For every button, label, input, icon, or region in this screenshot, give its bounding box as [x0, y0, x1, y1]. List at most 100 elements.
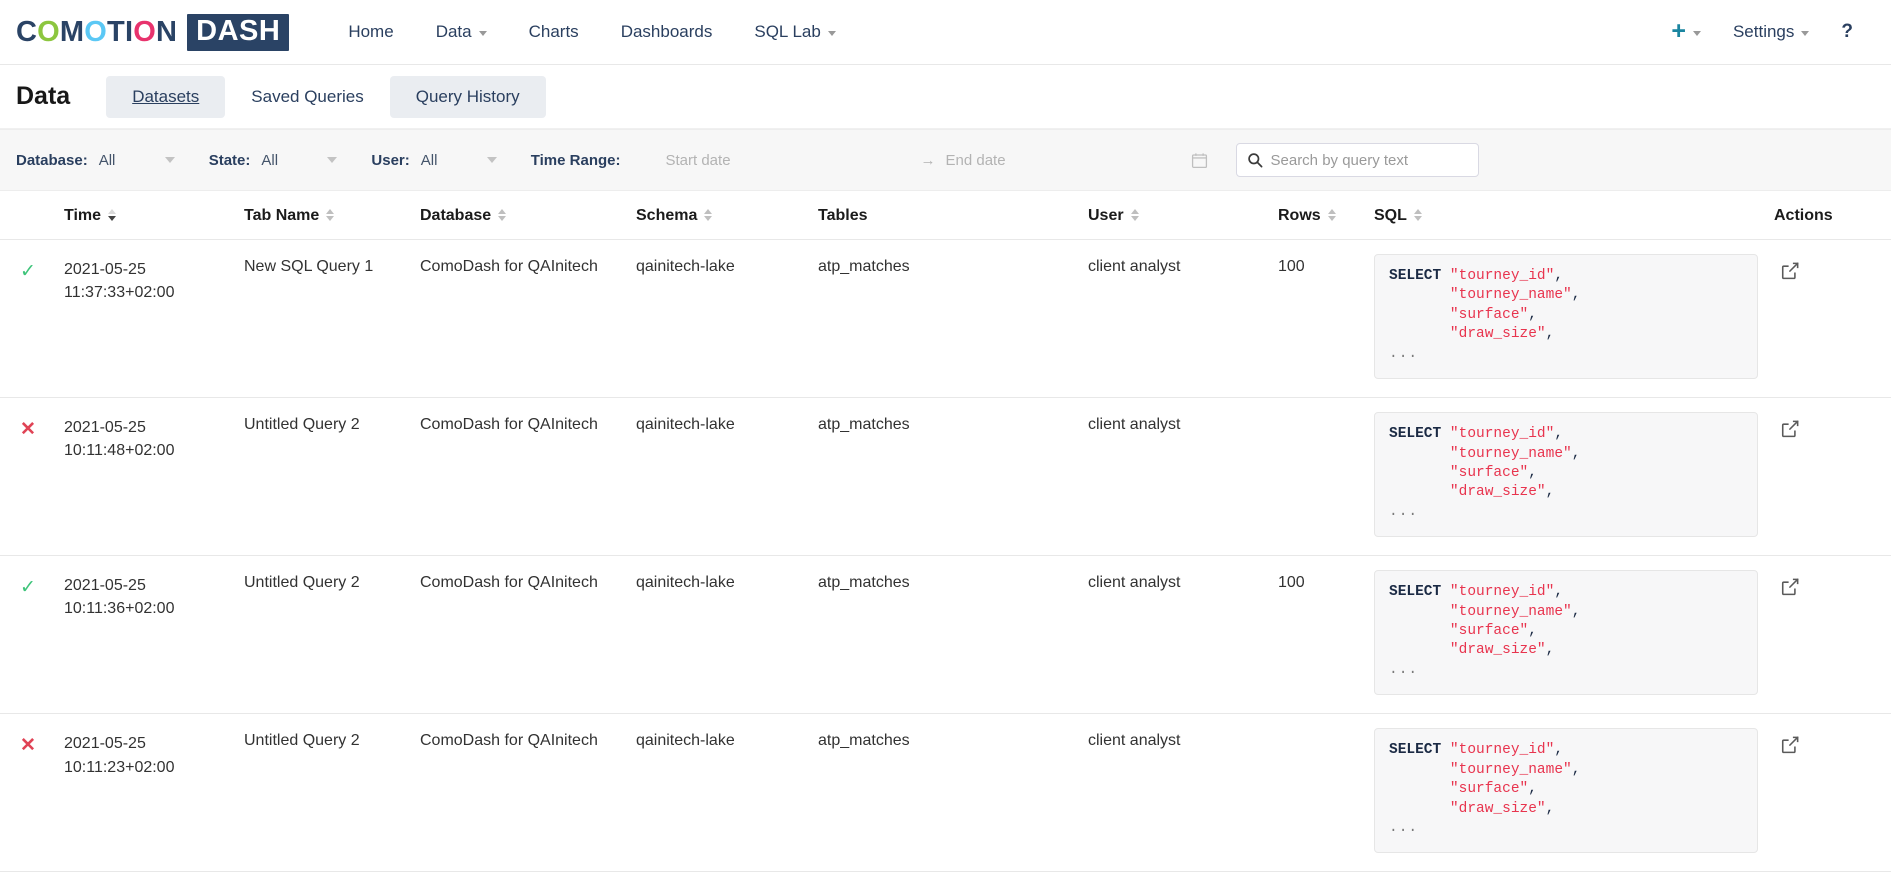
- filter-database-label: Database:: [16, 151, 88, 169]
- column-header-sql[interactable]: SQL: [1366, 191, 1766, 240]
- time-clock: 10:11:23+02:00: [64, 758, 175, 776]
- search-input-placeholder[interactable]: Search by query text: [1271, 152, 1409, 169]
- sort-toggle-icon[interactable]: [1413, 208, 1422, 221]
- nav-link-sql-lab[interactable]: SQL Lab: [733, 14, 856, 50]
- sql-preview[interactable]: SELECT "tourney_id", "tourney_name", "su…: [1374, 728, 1758, 854]
- external-link-icon[interactable]: [1780, 576, 1801, 597]
- filter-user-value: All: [420, 151, 438, 169]
- table-row[interactable]: ✓ 2021-05-25 11:37:33+02:00 New SQL Query 1…: [0, 239, 1891, 399]
- filter-user-select[interactable]: All: [421, 152, 497, 169]
- cell-status: ✓: [0, 555, 56, 715]
- new-item-button[interactable]: +: [1657, 12, 1715, 53]
- cell-sql: SELECT "tourney_id", "tourney_name", "su…: [1366, 713, 1766, 873]
- cell-database: ComoDash for QAInitech: [412, 397, 628, 557]
- sort-toggle-icon[interactable]: [498, 208, 507, 221]
- table-row[interactable]: ✕ 2021-05-25 10:11:48+02:00 Untitled Query …: [0, 397, 1891, 557]
- column-header-label: Time: [64, 207, 102, 224]
- column-header-schema[interactable]: Schema: [628, 191, 810, 240]
- chevron-down-icon: [1801, 30, 1810, 36]
- time-clock: 10:11:48+02:00: [64, 442, 175, 460]
- cell-user: client analyst: [1080, 555, 1270, 715]
- tab-query-history[interactable]: Query History: [389, 75, 546, 118]
- column-header-label: Tables: [818, 207, 868, 224]
- cell-tables: atp_matches: [810, 239, 1080, 399]
- column-header-label: Rows: [1278, 207, 1321, 224]
- sort-toggle-icon[interactable]: [326, 208, 335, 221]
- settings-menu[interactable]: Settings: [1715, 14, 1827, 50]
- nav-link-label: Dashboards: [620, 22, 713, 41]
- cell-tab-name: Untitled Query 2: [236, 397, 412, 557]
- sort-toggle-icon[interactable]: [1130, 208, 1139, 221]
- logo-wordmark: COMOTION: [16, 16, 177, 49]
- table-row[interactable]: ✕ 2021-05-25 10:11:23+02:00 Untitled Query …: [0, 713, 1891, 873]
- sql-preview[interactable]: SELECT "tourney_id", "tourney_name", "su…: [1374, 412, 1758, 538]
- sort-toggle-icon[interactable]: [1327, 208, 1336, 221]
- external-link-icon[interactable]: [1780, 260, 1801, 281]
- page-header: Data Datasets Saved Queries Query History: [0, 65, 1891, 129]
- cell-schema: qainitech-lake: [628, 713, 810, 873]
- column-header-label: Actions: [1774, 207, 1833, 224]
- column-header-time[interactable]: Time: [56, 191, 236, 240]
- cell-actions: [1766, 713, 1891, 873]
- column-header-user[interactable]: User: [1080, 191, 1270, 240]
- logo-letter: C: [16, 15, 38, 48]
- cell-actions: [1766, 397, 1891, 557]
- cell-time: 2021-05-25 10:11:48+02:00: [56, 397, 236, 557]
- time-date: 2021-05-25: [64, 577, 146, 595]
- nav-link-home[interactable]: Home: [327, 14, 414, 50]
- column-header-label: Tab Name: [244, 207, 320, 224]
- time-clock: 11:37:33+02:00: [64, 284, 175, 302]
- filter-database[interactable]: Database: All: [16, 152, 175, 169]
- filter-time-range-label: Time Range:: [530, 151, 621, 169]
- query-search-box[interactable]: Search by query text: [1235, 143, 1479, 177]
- chevron-down-icon: [486, 157, 497, 163]
- cell-sql: SELECT "tourney_id", "tourney_name", "su…: [1366, 397, 1766, 557]
- cell-status: ✕: [0, 713, 56, 873]
- column-header-db[interactable]: Database: [412, 191, 628, 240]
- table-row[interactable]: ✓ 2021-05-25 10:11:36+02:00 Untitled Query …: [0, 555, 1891, 715]
- main-nav-links: Home Data Charts Dashboards SQL Lab: [327, 14, 857, 50]
- app-logo[interactable]: COMOTION DASH: [16, 13, 290, 51]
- filter-state[interactable]: State: All: [209, 152, 338, 169]
- nav-link-charts[interactable]: Charts: [508, 14, 600, 50]
- time-date: 2021-05-25: [64, 261, 146, 278]
- sql-preview[interactable]: SELECT "tourney_id", "tourney_name", "su…: [1374, 254, 1758, 380]
- chevron-down-icon: [164, 157, 175, 163]
- cell-user: client analyst: [1080, 713, 1270, 873]
- tab-datasets[interactable]: Datasets: [106, 75, 226, 118]
- cell-rows: [1270, 397, 1366, 557]
- time-date: 2021-05-25: [64, 735, 146, 753]
- help-button[interactable]: ?: [1827, 13, 1869, 51]
- logo-letter: O: [133, 15, 156, 48]
- nav-link-data[interactable]: Data: [415, 14, 508, 50]
- cell-status: ✓: [0, 239, 56, 399]
- column-header-rows[interactable]: Rows: [1270, 191, 1366, 240]
- table-header-row: Time Tab Name Database Schema Tables User Rows…: [0, 191, 1891, 240]
- cell-sql: SELECT "tourney_id", "tourney_name", "su…: [1366, 239, 1766, 399]
- external-link-icon[interactable]: [1780, 418, 1801, 439]
- sort-toggle-icon[interactable]: [704, 208, 713, 221]
- filter-database-select[interactable]: All: [99, 152, 175, 169]
- filter-state-label: State:: [208, 151, 251, 169]
- external-link-icon[interactable]: [1780, 734, 1801, 755]
- logo-letter: M: [59, 15, 85, 48]
- logo-letter: O: [84, 15, 108, 48]
- start-date-input[interactable]: Start date: [666, 152, 911, 169]
- nav-link-dashboards[interactable]: Dashboards: [600, 14, 734, 50]
- filter-database-value: All: [98, 151, 116, 169]
- logo-letter: N: [156, 15, 178, 48]
- chevron-down-icon: [1692, 30, 1701, 36]
- sort-toggle-icon[interactable]: [108, 208, 117, 221]
- filter-user[interactable]: User: All: [371, 151, 497, 169]
- end-date-input[interactable]: End date: [946, 152, 1191, 169]
- cell-database: ComoDash for QAInitech: [412, 239, 628, 399]
- filter-user-label: User:: [371, 151, 410, 169]
- cell-tab-name: Untitled Query 2: [236, 555, 412, 715]
- tab-saved-queries[interactable]: Saved Queries: [225, 76, 389, 118]
- sql-preview[interactable]: SELECT "tourney_id", "tourney_name", "su…: [1374, 570, 1758, 696]
- column-header-tab[interactable]: Tab Name: [236, 191, 412, 240]
- column-header-status: [0, 191, 56, 240]
- cell-sql: SELECT "tourney_id", "tourney_name", "su…: [1366, 555, 1766, 715]
- time-range-picker[interactable]: Start date → End date: [666, 152, 1208, 169]
- filter-state-select[interactable]: All: [261, 152, 338, 169]
